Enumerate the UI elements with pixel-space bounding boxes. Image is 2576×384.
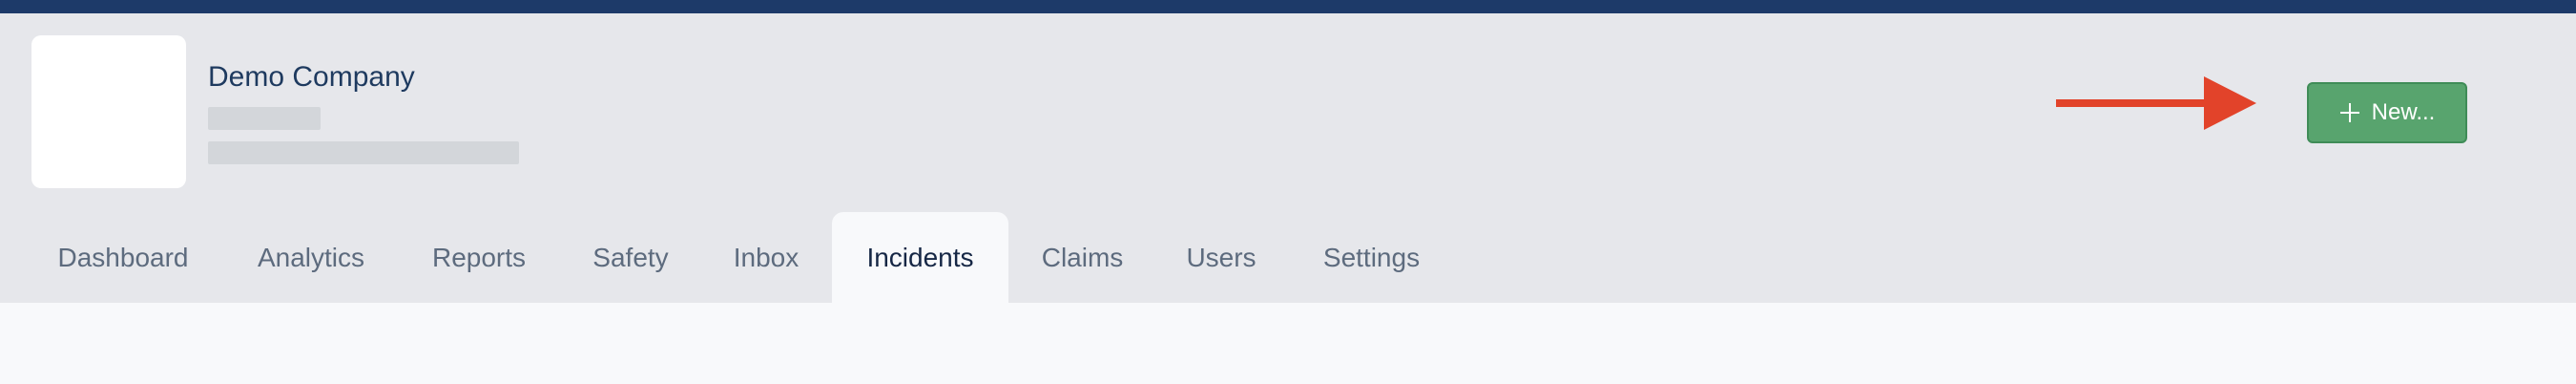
tab-safety[interactable]: Safety xyxy=(563,212,698,303)
tab-reports[interactable]: Reports xyxy=(407,212,551,303)
new-button-label: New... xyxy=(2371,99,2436,125)
page-header: Demo Company New... Dashboard Analytics … xyxy=(0,13,2576,303)
loading-placeholder-short xyxy=(208,107,321,130)
tab-analytics[interactable]: Analytics xyxy=(226,212,396,303)
plus-icon xyxy=(2339,103,2359,122)
tab-settings[interactable]: Settings xyxy=(1302,212,1441,303)
arrow-right-icon xyxy=(2056,76,2256,130)
tab-bar: Dashboard Analytics Reports Safety Inbox… xyxy=(0,212,2576,303)
company-logo xyxy=(31,35,186,188)
tab-claims[interactable]: Claims xyxy=(1023,212,1142,303)
company-name: Demo Company xyxy=(208,61,415,93)
main-content xyxy=(0,303,2576,384)
top-bar xyxy=(0,0,2576,13)
new-button[interactable]: New... xyxy=(2307,82,2467,143)
tab-incidents[interactable]: Incidents xyxy=(832,212,1008,303)
tab-users[interactable]: Users xyxy=(1169,212,1274,303)
loading-placeholder-long xyxy=(208,141,519,164)
tab-inbox[interactable]: Inbox xyxy=(714,212,819,303)
tab-dashboard[interactable]: Dashboard xyxy=(29,212,218,303)
